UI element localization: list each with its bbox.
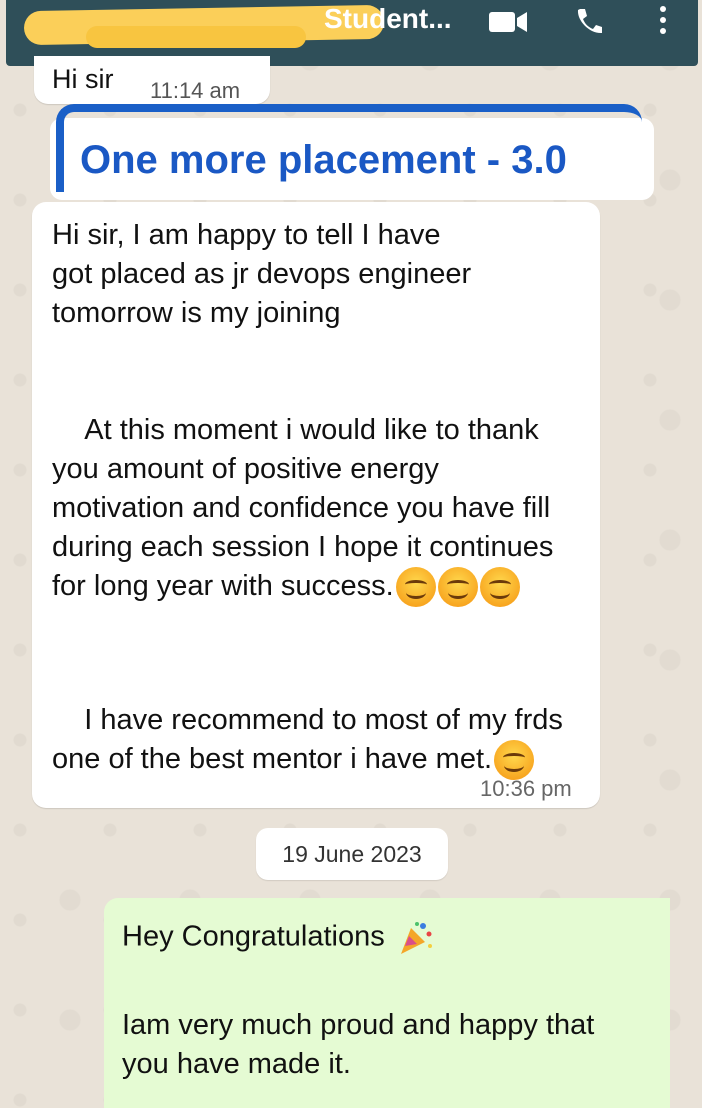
contact-name[interactable]: Student... [324,4,452,34]
party-popper-emoji-icon [400,922,432,954]
incoming-message-bubble[interactable]: Hi sir, I am happy to tell I have got pl… [32,202,600,808]
smiling-face-emoji-icon [479,567,520,608]
message-paragraph: Iam very much proud and happy that you h… [122,1009,595,1080]
smiling-face-emoji-icon [395,567,436,608]
headline-title: One more placement - 3.0 [80,138,567,182]
previous-message-bubble[interactable]: Hi sir 11:14 am [34,56,270,104]
message-text: Hi sir [52,64,114,94]
video-call-icon[interactable] [489,10,529,34]
message-paragraph: Hey Congratulations [122,920,433,956]
smiling-face-emoji-icon [494,740,535,781]
redaction-mark [86,26,306,48]
message-paragraph: Hi sir, I am happy to tell I have got pl… [52,219,472,329]
message-paragraph-text: Hey Congratulations [122,920,385,953]
more-options-icon[interactable] [657,6,669,38]
date-divider: 19 June 2023 [256,828,448,880]
message-time: 11:14 am [150,78,241,103]
smiling-face-emoji-icon [437,567,478,608]
message-paragraph-text: I have recommend to most of my frds one … [52,704,571,775]
outgoing-message-bubble[interactable]: Hey Congratulations Iam very much proud … [104,898,670,1108]
message-time: 10:36 pm [480,776,572,801]
voice-call-icon[interactable] [574,6,604,36]
message-paragraph: At this moment i would like to thank you… [52,372,582,646]
